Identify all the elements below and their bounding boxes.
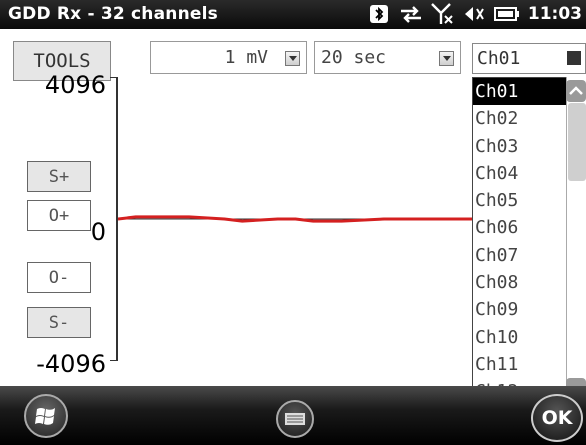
- channel-option[interactable]: Ch07: [473, 242, 569, 269]
- channel-option[interactable]: Ch08: [473, 269, 569, 296]
- channel-option[interactable]: Ch11: [473, 351, 569, 378]
- sync-icon[interactable]: [398, 3, 424, 25]
- channel-option[interactable]: Ch10: [473, 324, 569, 351]
- timebase-select[interactable]: 20 sec: [314, 41, 461, 74]
- channel-option[interactable]: Ch04: [473, 160, 569, 187]
- status-icons: [366, 3, 520, 25]
- scroll-thumb[interactable]: [568, 103, 586, 181]
- battery-icon[interactable]: [494, 3, 520, 25]
- title-bar: GDD Rx - 32 channels 11:03: [0, 0, 586, 29]
- chevron-up-icon: [569, 86, 583, 95]
- start-button[interactable]: [24, 394, 68, 438]
- signal-plot: [118, 215, 473, 223]
- keyboard-button[interactable]: [276, 400, 314, 438]
- window-title: GDD Rx - 32 channels: [8, 4, 218, 24]
- channel-option[interactable]: Ch03: [473, 133, 569, 160]
- offset-down-button[interactable]: O-: [27, 262, 91, 293]
- channel-option[interactable]: Ch09: [473, 296, 569, 323]
- offset-up-button[interactable]: O+: [27, 200, 91, 231]
- signal-off-icon[interactable]: [430, 3, 456, 25]
- scale-up-button[interactable]: S+: [27, 161, 91, 192]
- clock: 11:03: [527, 4, 582, 24]
- gain-select[interactable]: 1 mV: [150, 41, 307, 74]
- y-max-label: 4096: [44, 71, 106, 99]
- channel-option[interactable]: Ch02: [473, 105, 569, 132]
- channel-dropdown-list[interactable]: Ch01 Ch02 Ch03 Ch04 Ch05 Ch06 Ch07 Ch08 Ch09 Ch10…: [472, 77, 570, 405]
- keyboard-icon: [285, 413, 305, 425]
- channel-option[interactable]: Ch01: [473, 78, 569, 106]
- channel-option[interactable]: Ch05: [473, 187, 569, 214]
- chevron-down-icon[interactable]: [439, 51, 454, 66]
- y-min-label: -4096: [36, 350, 106, 378]
- timebase-value: 20 sec: [321, 47, 387, 68]
- channel-value: Ch01: [477, 48, 521, 69]
- chevron-down-icon[interactable]: [567, 51, 581, 65]
- y-max-tick: [110, 77, 116, 78]
- volume-mute-icon[interactable]: [462, 3, 488, 25]
- windows-logo-icon: [35, 408, 55, 425]
- scroll-up-button[interactable]: [566, 80, 586, 102]
- chevron-down-icon[interactable]: [285, 51, 300, 66]
- channel-select[interactable]: Ch01: [472, 43, 586, 74]
- scale-down-button[interactable]: S-: [27, 307, 91, 338]
- channel-option[interactable]: Ch06: [473, 214, 569, 241]
- bluetooth-icon[interactable]: [366, 3, 392, 25]
- y-min-tick: [110, 360, 116, 361]
- gain-value: 1 mV: [224, 47, 268, 68]
- ok-button[interactable]: OK: [531, 394, 583, 442]
